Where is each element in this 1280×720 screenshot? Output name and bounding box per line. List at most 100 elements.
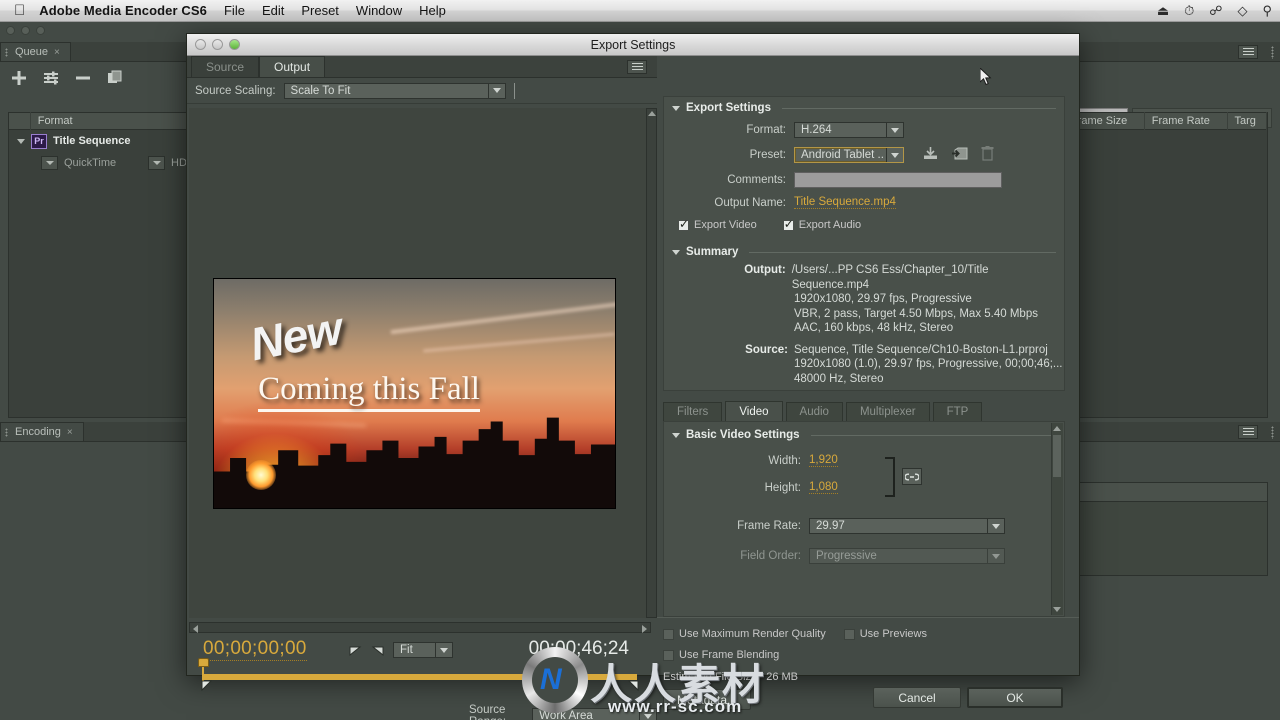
metadata-button[interactable]: Metadata... xyxy=(663,689,751,710)
panel-grip-icon[interactable] xyxy=(5,428,8,437)
tab-ftp[interactable]: FTP xyxy=(932,402,983,421)
tab-source[interactable]: Source xyxy=(191,56,260,77)
export-audio-checkbox[interactable] xyxy=(782,217,794,231)
duplicate-icon[interactable] xyxy=(104,67,126,89)
queue-panel-menu-button[interactable] xyxy=(1238,45,1258,59)
scroll-up-arrow-icon[interactable] xyxy=(648,111,656,116)
use-previews-checkbox[interactable] xyxy=(843,628,855,640)
save-preset-icon[interactable] xyxy=(922,146,939,164)
cancel-button[interactable]: Cancel xyxy=(873,687,961,708)
dialog-close-button[interactable] xyxy=(195,39,206,50)
chevron-down-icon[interactable] xyxy=(435,643,452,657)
tab-output[interactable]: Output xyxy=(259,56,326,77)
field-order-dropdown[interactable]: Progressive xyxy=(809,548,1005,564)
video-settings-scrollbar[interactable] xyxy=(1051,423,1063,615)
comments-input[interactable] xyxy=(794,172,1002,188)
scrollbar-thumb[interactable] xyxy=(1053,435,1061,477)
chevron-down-icon[interactable] xyxy=(639,709,656,720)
close-icon[interactable]: × xyxy=(67,427,73,438)
export-video-checkbox-row[interactable]: Export Video xyxy=(678,217,757,231)
window-close-dot[interactable] xyxy=(6,26,15,35)
format-dropdown[interactable] xyxy=(41,156,58,170)
disclosure-triangle-icon[interactable] xyxy=(17,138,25,144)
use-previews-row[interactable]: Use Previews xyxy=(843,628,927,640)
zoom-level-dropdown[interactable]: Fit xyxy=(393,642,453,658)
scroll-down-arrow-icon[interactable] xyxy=(1053,607,1061,612)
dialog-zoom-button[interactable] xyxy=(229,39,240,50)
current-timecode[interactable]: 00;00;00;00 xyxy=(203,638,307,661)
preview-panel-menu-button[interactable] xyxy=(627,60,647,74)
max-render-quality-checkbox[interactable] xyxy=(663,628,674,640)
close-icon[interactable]: × xyxy=(54,47,60,58)
in-point-handle[interactable] xyxy=(201,680,213,695)
menu-item-help[interactable]: Help xyxy=(419,3,446,18)
export-video-checkbox[interactable] xyxy=(678,217,689,231)
summary-group-header[interactable]: Summary xyxy=(664,241,1064,258)
source-scaling-dropdown[interactable]: Scale To Fit xyxy=(283,82,506,99)
preset-dropdown[interactable]: Android Tablet .. xyxy=(794,147,904,163)
panel-grip-icon[interactable] xyxy=(5,48,8,57)
dialog-minimize-button[interactable] xyxy=(212,39,223,50)
eject-icon[interactable]: ⏏ xyxy=(1157,3,1169,19)
frame-blending-checkbox-row[interactable]: Use Frame Blending xyxy=(663,649,1079,661)
panel-tab-encoding[interactable]: Encoding × xyxy=(0,422,84,441)
frame-rate-dropdown[interactable]: 29.97 xyxy=(809,518,1005,534)
frame-blending-checkbox[interactable] xyxy=(663,649,674,661)
tab-audio[interactable]: Audio xyxy=(785,402,843,421)
bluetooth-icon[interactable]: ☍ xyxy=(1209,3,1222,19)
set-in-point-icon[interactable] xyxy=(349,644,362,660)
preview-vertical-scrollbar[interactable] xyxy=(646,108,657,618)
ok-button[interactable]: OK xyxy=(967,687,1063,708)
set-out-point-icon[interactable] xyxy=(371,644,384,660)
out-point-handle[interactable] xyxy=(627,680,639,695)
wifi-icon[interactable]: ◇ xyxy=(1237,3,1247,19)
timeline-track[interactable] xyxy=(203,674,637,680)
import-preset-icon[interactable] xyxy=(951,146,969,164)
chevron-down-icon[interactable] xyxy=(886,123,903,137)
panel-resize-grip[interactable] xyxy=(1271,426,1274,439)
time-machine-icon[interactable]: ⏱ xyxy=(1184,3,1194,19)
panel-tab-queue[interactable]: Queue × xyxy=(0,42,71,61)
chevron-down-icon[interactable] xyxy=(987,549,1004,563)
chevron-down-icon[interactable] xyxy=(987,519,1004,533)
playhead-marker[interactable] xyxy=(198,658,210,685)
collapse-triangle-icon[interactable] xyxy=(672,105,680,111)
add-icon[interactable] xyxy=(8,67,30,89)
collapse-triangle-icon[interactable] xyxy=(672,432,680,438)
window-zoom-dot[interactable] xyxy=(36,26,45,35)
delete-preset-icon[interactable] xyxy=(981,146,994,164)
export-audio-checkbox-row[interactable]: Export Audio xyxy=(782,217,861,231)
window-minimize-dot[interactable] xyxy=(21,26,30,35)
chevron-down-icon[interactable] xyxy=(886,148,903,162)
scroll-up-arrow-icon[interactable] xyxy=(1053,426,1061,431)
column-frame-rate[interactable]: Frame Rate xyxy=(1145,112,1228,130)
dialog-window-controls[interactable] xyxy=(195,39,240,50)
export-settings-group-header[interactable]: Export Settings xyxy=(664,97,1064,114)
menu-item-edit[interactable]: Edit xyxy=(262,3,284,18)
menu-item-file[interactable]: File xyxy=(224,3,245,18)
tab-multiplexer[interactable]: Multiplexer xyxy=(845,402,930,421)
height-value[interactable]: 1,080 xyxy=(809,481,838,494)
tab-video[interactable]: Video xyxy=(725,401,783,421)
link-dimensions-icon[interactable] xyxy=(902,468,922,485)
output-name-value[interactable]: Title Sequence.mp4 xyxy=(794,196,896,209)
apple-logo-icon[interactable]:  xyxy=(14,3,25,18)
watch-folders-panel-menu-button[interactable] xyxy=(1238,425,1258,439)
panel-resize-grip[interactable] xyxy=(1271,46,1274,59)
spotlight-search-icon[interactable]: ⚲ xyxy=(1262,3,1272,19)
preset-sliders-icon[interactable] xyxy=(40,67,62,89)
remove-icon[interactable] xyxy=(72,67,94,89)
app-window-controls[interactable] xyxy=(6,26,45,35)
menu-item-preset[interactable]: Preset xyxy=(301,3,339,18)
column-target[interactable]: Targ xyxy=(1228,112,1267,130)
width-value[interactable]: 1,920 xyxy=(809,454,838,467)
video-preview-frame[interactable]: New Coming this Fall xyxy=(213,278,616,509)
basic-video-group-header[interactable]: Basic Video Settings xyxy=(664,422,1064,441)
collapse-triangle-icon[interactable] xyxy=(672,249,680,255)
chevron-down-icon[interactable] xyxy=(487,83,505,98)
source-range-dropdown[interactable]: Work Area xyxy=(532,708,657,720)
max-render-quality-row[interactable]: Use Maximum Render Quality xyxy=(663,628,826,640)
format-dropdown[interactable]: H.264 xyxy=(794,122,904,138)
tab-filters[interactable]: Filters xyxy=(663,402,723,421)
menu-item-window[interactable]: Window xyxy=(356,3,402,18)
